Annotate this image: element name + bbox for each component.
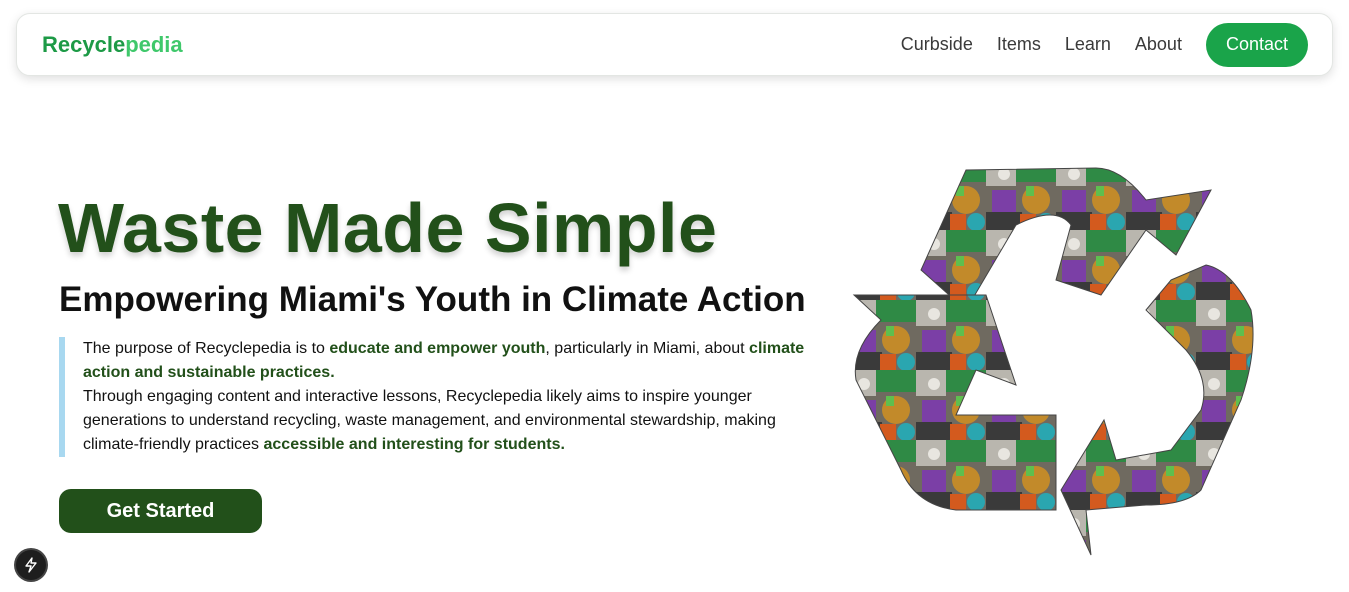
get-started-button[interactable]: Get Started [59, 489, 262, 533]
lightning-icon[interactable] [16, 550, 46, 580]
brand-part-2: pedia [125, 31, 183, 57]
brand-logo[interactable]: Recyclepedia [42, 32, 183, 58]
lightning-glyph [25, 557, 37, 573]
purpose-text: . [560, 436, 565, 453]
nav-links: Curbside Items Learn About Contact [877, 22, 1308, 67]
nav-link-items[interactable]: Items [997, 34, 1041, 55]
purpose-blockquote: The purpose of Recyclepedia is to educat… [59, 337, 819, 457]
purpose-text: , particularly in Miami, about [545, 340, 750, 357]
hero-title: Waste Made Simple [58, 189, 718, 267]
purpose-text: . [330, 364, 335, 381]
recycle-icon [852, 167, 1254, 556]
nav-link-learn[interactable]: Learn [1065, 34, 1111, 55]
contact-button[interactable]: Contact [1205, 22, 1308, 67]
top-navbar: Recyclepedia Curbside Items Learn About … [16, 13, 1333, 76]
nav-link-about[interactable]: About [1135, 34, 1182, 55]
hero-subtitle: Empowering Miami's Youth in Climate Acti… [59, 280, 806, 319]
brand-part-1: Recycle [42, 31, 126, 57]
purpose-highlight: accessible and interesting for students [263, 436, 561, 453]
purpose-highlight: educate and empower youth [329, 340, 546, 357]
purpose-text: The purpose of Recyclepedia is to [83, 340, 330, 357]
nav-link-curbside[interactable]: Curbside [901, 34, 973, 55]
